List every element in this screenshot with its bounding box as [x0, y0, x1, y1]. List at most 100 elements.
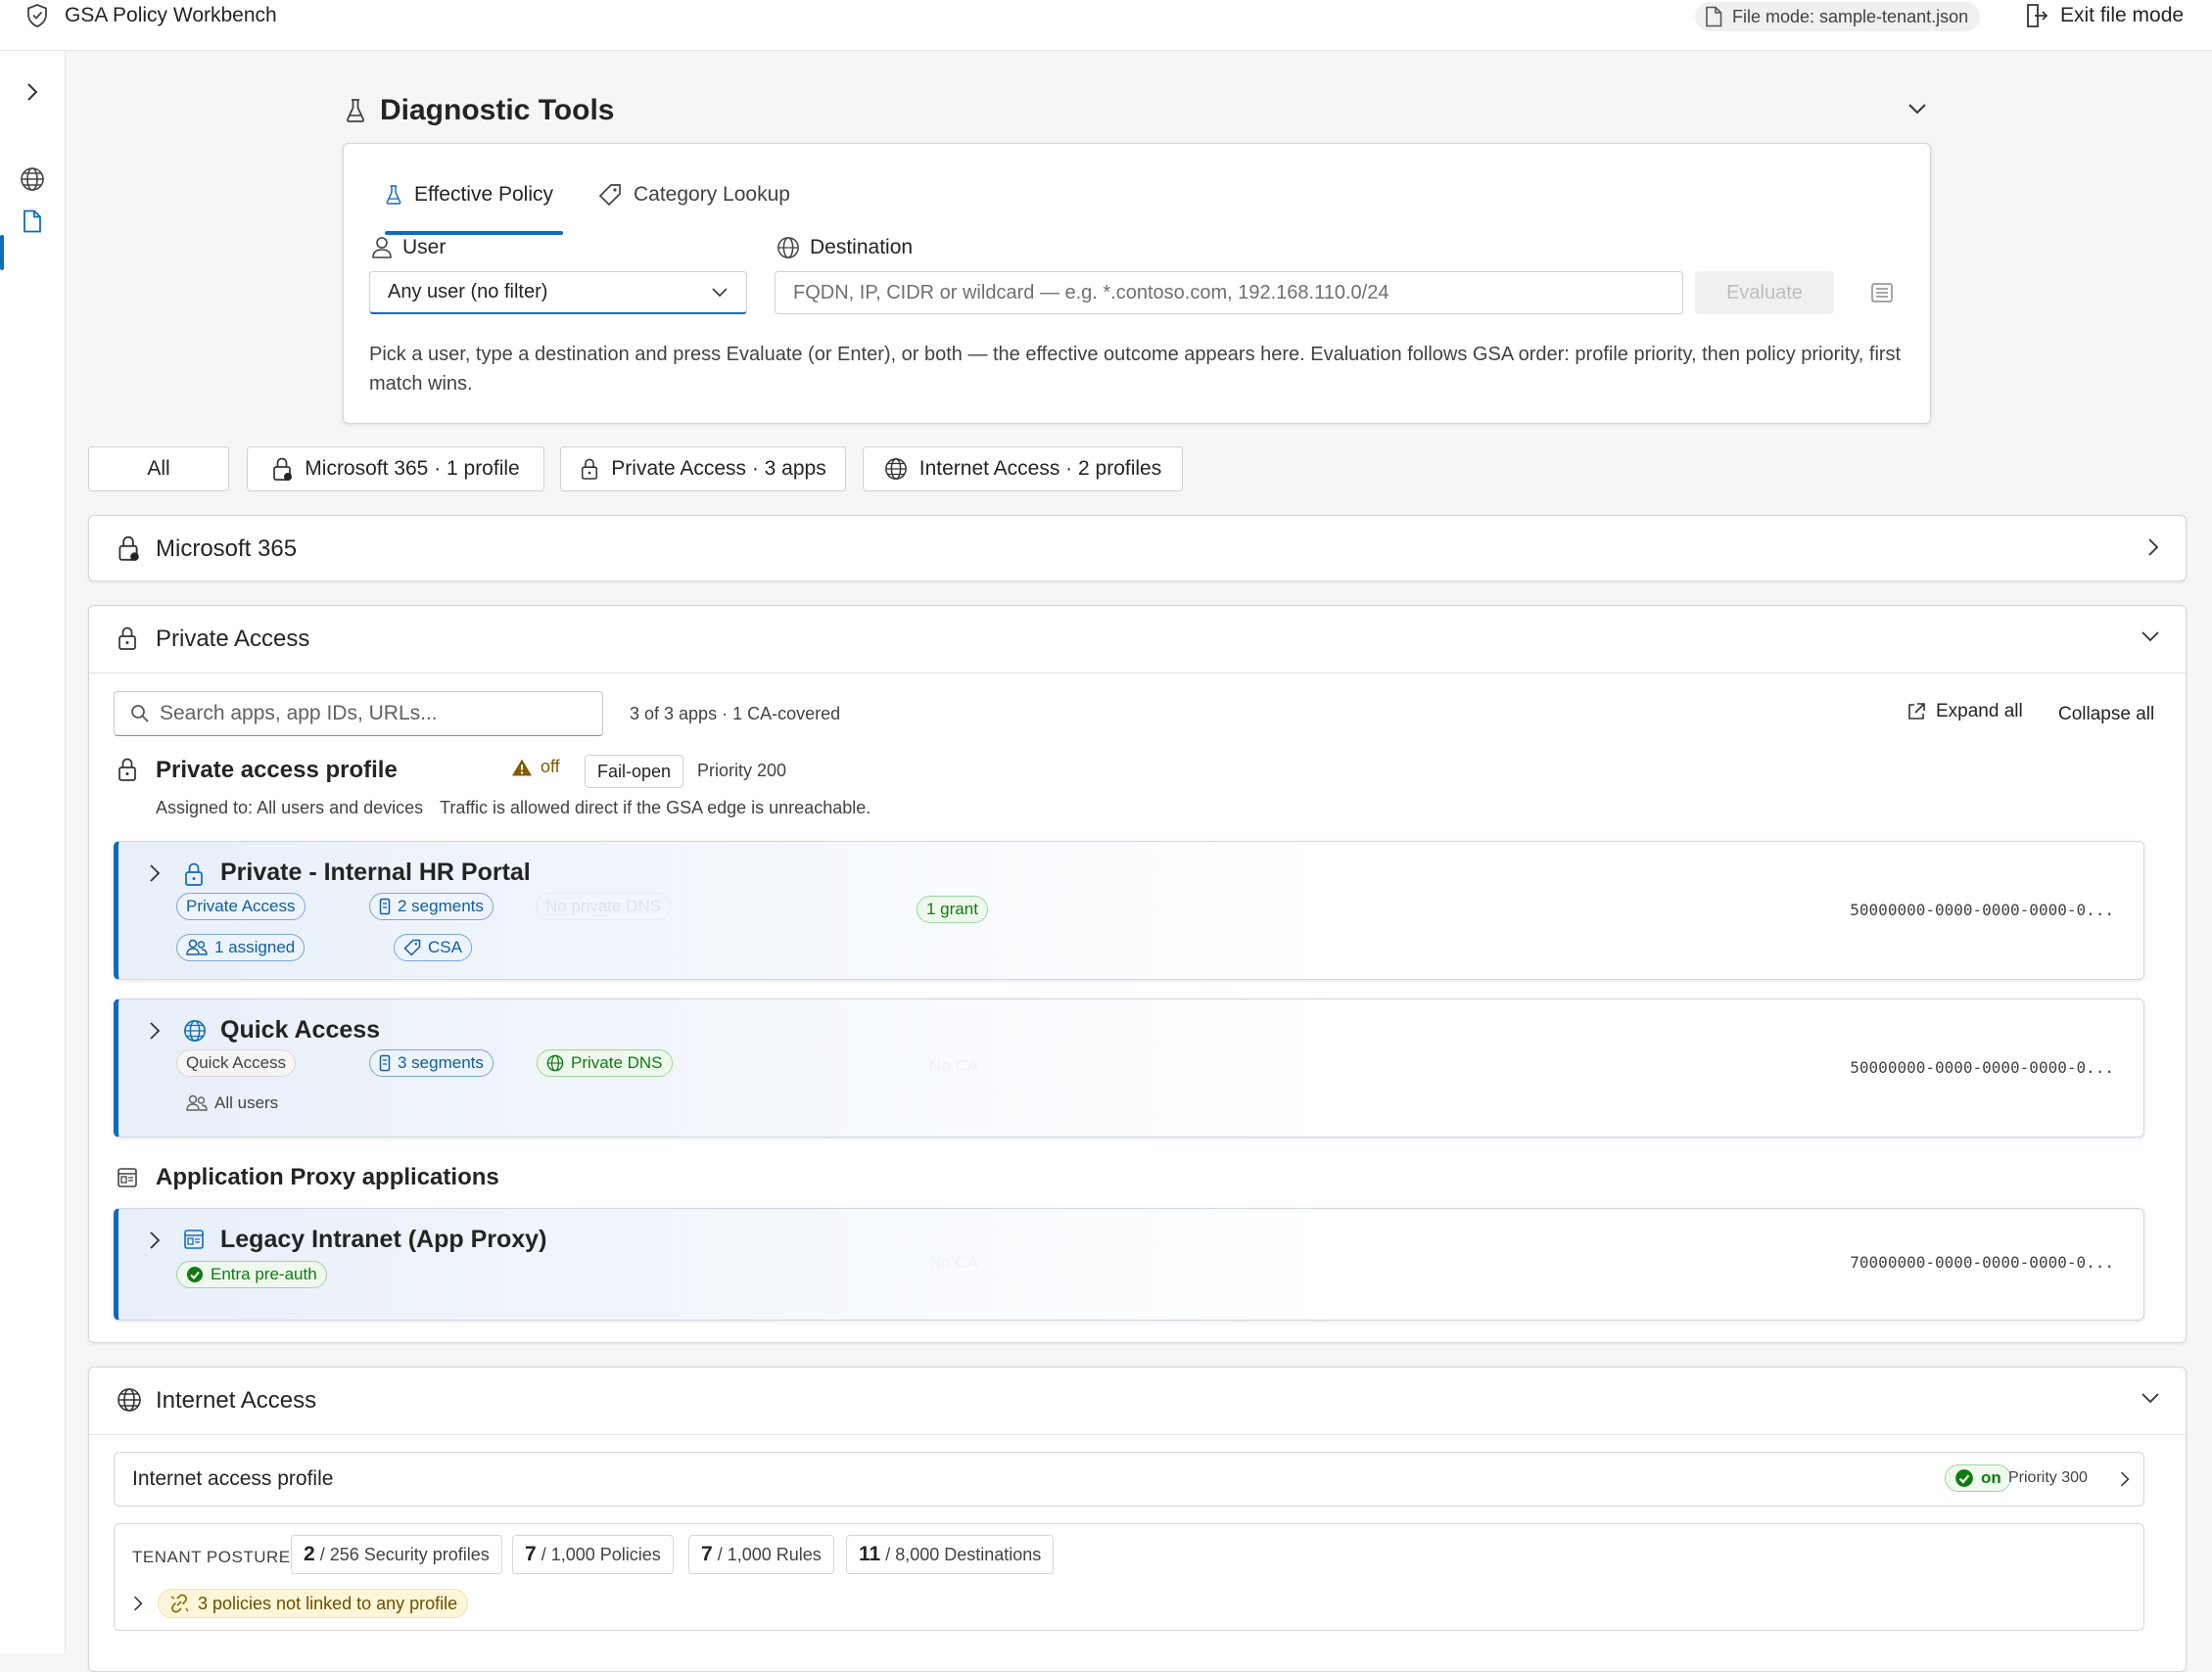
- app-card-quick-access[interactable]: Quick Access Quick Access 3 segments Pri…: [114, 999, 2144, 1138]
- shield-icon: [25, 3, 49, 28]
- expand-app-button[interactable]: [148, 1021, 162, 1041]
- stat-value: 7: [525, 1543, 537, 1565]
- stat-security-profiles: 2 / 256 Security profiles: [291, 1535, 502, 1574]
- app-title: GSA Policy Workbench: [65, 4, 277, 26]
- section-internet-access: Internet Access Internet access profile …: [88, 1367, 2187, 1672]
- app-count-text: 3 of 3 apps · 1 CA-covered: [630, 704, 841, 723]
- app-id: 70000000-0000-0000-0000-0...: [1850, 1253, 2114, 1272]
- preauth-label: Entra pre-auth: [211, 1265, 317, 1283]
- document-icon: [23, 209, 42, 233]
- unlinked-policies-row[interactable]: 3 policies not linked to any profile: [132, 1589, 469, 1618]
- lock-icon: [117, 626, 138, 651]
- filter-internet-access[interactable]: Internet Access · 2 profiles: [863, 446, 1183, 491]
- app-id: 50000000-0000-0000-0000-0...: [1850, 1058, 2114, 1077]
- results-list-icon[interactable]: [1870, 282, 1894, 303]
- rail-internet-button[interactable]: [0, 160, 65, 199]
- expand-app-button[interactable]: [148, 1231, 162, 1250]
- tag-icon: [598, 183, 622, 207]
- app-type-badge: Private Access: [176, 893, 306, 920]
- app-search-input[interactable]: Search apps, app IDs, URLs...: [114, 691, 603, 736]
- dns-badge: No private DNS: [536, 893, 672, 920]
- segments-label: 3 segments: [398, 1053, 484, 1072]
- profile-fail-open-note: Traffic is allowed direct if the GSA edg…: [440, 798, 871, 817]
- diagnostic-tools-card: Effective Policy Category Lookup User An…: [343, 143, 1931, 424]
- user-select[interactable]: Any user (no filter): [369, 271, 747, 314]
- tenant-posture-label: TENANT POSTURE: [132, 1548, 291, 1566]
- tab-effective-policy-label: Effective Policy: [414, 183, 554, 206]
- collapse-all-button[interactable]: Collapse all: [2058, 704, 2154, 725]
- chevron-right-icon[interactable]: [2119, 1470, 2131, 1488]
- tab-category-lookup[interactable]: Category Lookup: [598, 183, 790, 207]
- fail-open-badge: Fail-open: [585, 755, 684, 788]
- app-id: 50000000-0000-0000-0000-0...: [1850, 901, 2114, 919]
- internet-access-profile[interactable]: Internet access profile on Priority 300: [114, 1452, 2144, 1507]
- lock-icon: [271, 456, 293, 482]
- exit-file-mode-label: Exit file mode: [2060, 4, 2185, 26]
- unlink-icon: [168, 1593, 190, 1614]
- evaluate-button[interactable]: Evaluate: [1695, 271, 1834, 314]
- flask-icon: [345, 98, 366, 123]
- profile-state-badge: off: [511, 757, 560, 777]
- private-dns-label: Private DNS: [571, 1053, 663, 1072]
- diagnostic-tools-header[interactable]: Diagnostic Tools: [345, 94, 614, 127]
- filter-private-access[interactable]: Private Access · 3 apps: [560, 446, 846, 491]
- people-icon: [186, 939, 208, 956]
- chevron-down-icon[interactable]: [2141, 1391, 2160, 1405]
- diagnostic-help-text: Pick a user, type a destination and pres…: [369, 344, 1902, 395]
- destination-input[interactable]: FQDN, IP, CIDR or wildcard — e.g. *.cont…: [775, 271, 1683, 314]
- profile-assigned: Assigned to: All users and devices: [156, 798, 424, 817]
- search-icon: [130, 704, 150, 723]
- lock-icon: [183, 861, 205, 887]
- collapse-diagnostics-button[interactable]: [1907, 102, 1927, 116]
- globe-icon: [546, 1054, 564, 1072]
- tag-label: CSA: [428, 938, 462, 956]
- rail-file-button[interactable]: [0, 202, 65, 241]
- expand-all-label: Expand all: [1936, 701, 2023, 721]
- open-external-icon: [1906, 702, 1926, 721]
- app-card-internal-hr-portal[interactable]: Private - Internal HR Portal Private Acc…: [114, 841, 2144, 980]
- search-placeholder: Search apps, app IDs, URLs...: [160, 702, 438, 724]
- chevron-down-icon[interactable]: [2141, 629, 2160, 643]
- app-title: Private - Internal HR Portal: [220, 859, 531, 886]
- stat-value: 11: [859, 1543, 881, 1565]
- stat-value: 7: [701, 1543, 713, 1565]
- person-icon: [371, 236, 393, 259]
- globe-icon: [884, 457, 908, 481]
- expand-app-button[interactable]: [148, 863, 162, 883]
- globe-icon: [20, 166, 45, 192]
- app-window-icon: [117, 1167, 138, 1188]
- exit-file-mode-button[interactable]: Exit file mode: [2025, 3, 2184, 28]
- filter-microsoft-365[interactable]: Microsoft 365 · 1 profile: [247, 446, 544, 491]
- app-card-legacy-intranet[interactable]: Legacy Intranet (App Proxy) Entra pre-au…: [114, 1208, 2144, 1321]
- tab-effective-policy[interactable]: Effective Policy: [385, 183, 553, 207]
- chevron-right-icon[interactable]: [2146, 537, 2160, 557]
- exit-icon: [2025, 3, 2048, 28]
- chevron-right-icon: [132, 1595, 144, 1612]
- profile-state-badge: on: [1945, 1464, 2011, 1492]
- chevron-right-icon: [25, 82, 39, 102]
- check-circle-icon: [186, 1266, 204, 1283]
- segment-icon: [379, 1054, 391, 1072]
- segments-badge: 3 segments: [369, 1049, 494, 1077]
- filter-all[interactable]: All: [88, 446, 229, 491]
- unlinked-policies-badge: 3 policies not linked to any profile: [158, 1589, 469, 1618]
- preauth-badge: Entra pre-auth: [176, 1261, 327, 1288]
- private-access-profile: Private access profile off Fail-open Pri…: [117, 755, 1781, 794]
- app-title: Legacy Intranet (App Proxy): [220, 1226, 547, 1253]
- stat-limit: / 1,000 Rules: [717, 1544, 822, 1564]
- stat-destinations: 11 / 8,000 Destinations: [846, 1535, 1055, 1574]
- expand-all-button[interactable]: Expand all: [1906, 701, 2023, 722]
- section-microsoft-365[interactable]: Microsoft 365: [88, 515, 2187, 581]
- internet-access-header[interactable]: Internet Access: [89, 1368, 2186, 1435]
- segments-badge: 2 segments: [369, 893, 494, 920]
- profile-title: Private access profile: [156, 757, 398, 783]
- chevron-down-icon: [711, 287, 729, 299]
- private-access-header[interactable]: Private Access: [89, 606, 2186, 673]
- ca-status: No CA: [929, 1056, 979, 1075]
- segments-label: 2 segments: [398, 897, 484, 915]
- left-rail: [0, 51, 66, 1653]
- app-proxy-heading: Application Proxy applications: [117, 1164, 499, 1191]
- assigned-label: All users: [214, 1093, 279, 1112]
- expand-rail-button[interactable]: [0, 72, 65, 112]
- filter-all-label: All: [147, 457, 170, 480]
